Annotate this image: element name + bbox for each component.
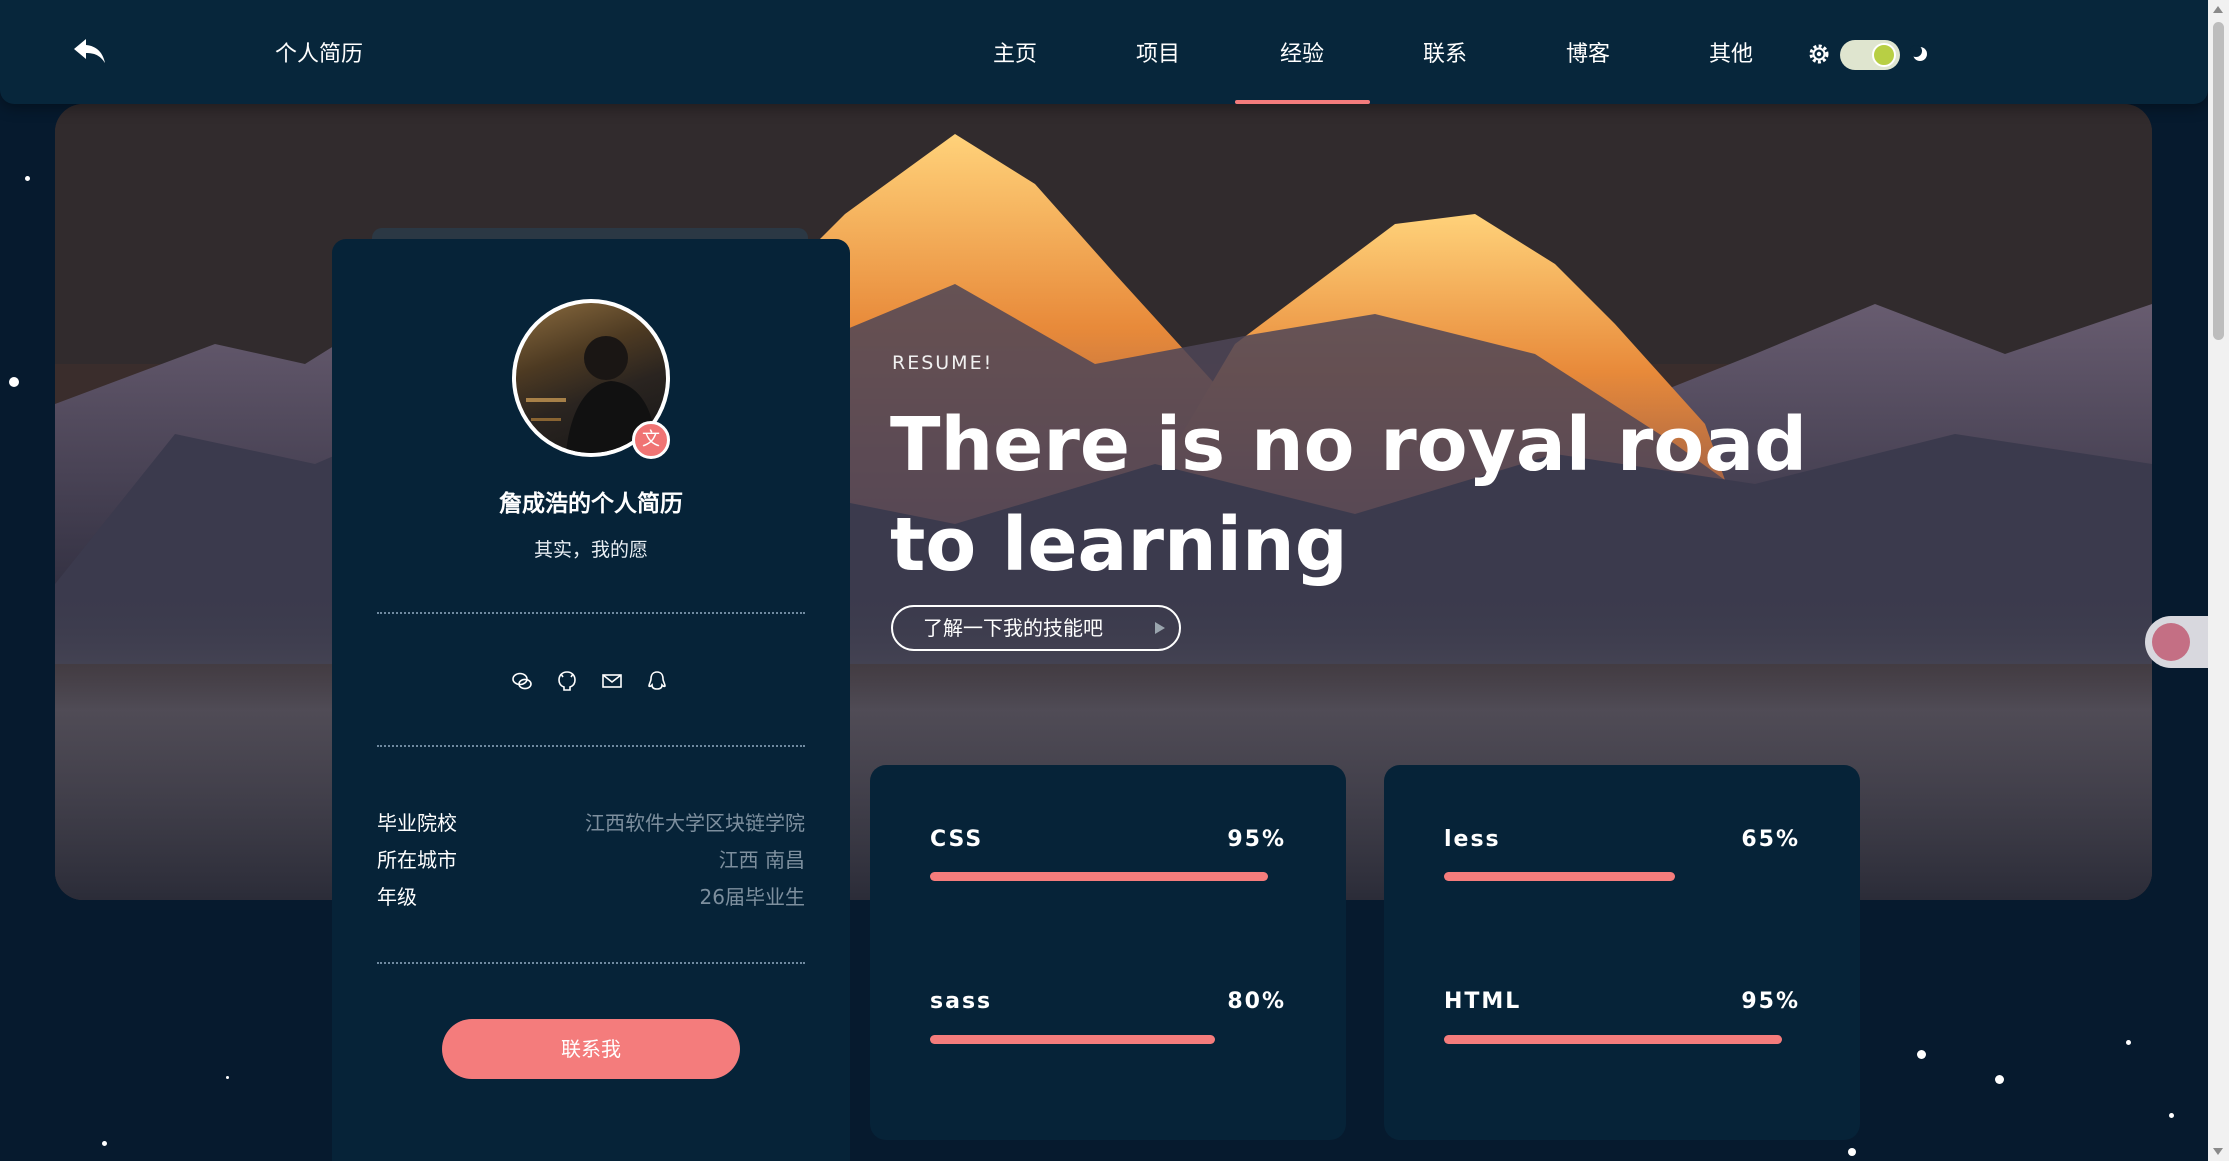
contact-me-button[interactable]: 联系我 (442, 1019, 740, 1079)
learn-skills-label: 了解一下我的技能吧 (923, 616, 1103, 640)
theme-toggle[interactable] (1840, 40, 1900, 70)
qq-icon[interactable] (645, 669, 669, 693)
info-value-school: 江西软件大学区块链学院 (585, 811, 805, 835)
star (226, 1076, 229, 1079)
star (1995, 1075, 2004, 1084)
translate-widget[interactable] (2145, 616, 2208, 668)
avatar-badge: 文 (632, 421, 670, 459)
skill-bar-sass (930, 1035, 1286, 1044)
star (1848, 1148, 1856, 1156)
skill-name-css: CSS (930, 827, 984, 852)
scroll-up-arrow-icon[interactable] (2213, 6, 2223, 13)
star (25, 176, 30, 181)
toggle-knob (1872, 43, 1896, 67)
skill-percent-html: 95% (1741, 989, 1800, 1014)
skills-card-left: CSS 95% sass 80% (870, 765, 1346, 1140)
back-arrow-icon[interactable] (72, 36, 108, 66)
page: 个人简历 主页 项目 经验 联系 博客 其他 文 詹成浩的个人简历 其实，我的愿… (0, 0, 2208, 1161)
active-nav-indicator (1235, 100, 1370, 104)
star (2126, 1040, 2131, 1045)
skill-name-less: less (1444, 827, 1501, 852)
learn-skills-button[interactable]: 了解一下我的技能吧 (891, 605, 1181, 651)
skill-bar-html (1444, 1035, 1800, 1044)
profile-card: 文 詹成浩的个人简历 其实，我的愿 毕业院校 江西软件大学区块链学院 所在城市 … (332, 239, 850, 1161)
mail-icon[interactable] (600, 669, 624, 693)
hero-headline: There is no royal road to learning (890, 402, 1808, 588)
site-title[interactable]: 个人简历 (275, 36, 363, 68)
skill-bar-fill (1444, 872, 1676, 881)
skill-name-sass: sass (930, 989, 993, 1014)
star (102, 1141, 107, 1146)
moon-icon (1910, 45, 1927, 61)
nav-other[interactable]: 其他 (1709, 36, 1753, 68)
profile-name: 詹成浩的个人简历 (499, 491, 683, 517)
info-label-city: 所在城市 (377, 848, 457, 872)
hero-kicker: RESUME! (892, 352, 994, 374)
wechat-icon[interactable] (510, 669, 534, 693)
nav-home[interactable]: 主页 (993, 36, 1037, 68)
skill-percent-sass: 80% (1227, 989, 1286, 1014)
nav-projects[interactable]: 项目 (1136, 36, 1180, 68)
nav-experience[interactable]: 经验 (1280, 36, 1324, 68)
scroll-down-arrow-icon[interactable] (2213, 1148, 2223, 1155)
star (2169, 1113, 2174, 1118)
skill-bar-css (930, 872, 1286, 881)
skill-bar-fill (930, 1035, 1215, 1044)
gear-icon[interactable] (1807, 42, 1831, 66)
scroll-thumb[interactable] (2213, 22, 2224, 340)
translate-icon (2152, 623, 2190, 661)
top-navbar: 个人简历 主页 项目 经验 联系 博客 其他 (0, 0, 2208, 104)
skill-name-html: HTML (1444, 989, 1522, 1014)
github-icon[interactable] (555, 669, 579, 693)
divider (377, 745, 805, 747)
info-label-grade: 年级 (377, 885, 417, 909)
divider (377, 612, 805, 614)
info-value-city: 江西 南昌 (718, 848, 805, 872)
skill-percent-css: 95% (1227, 827, 1286, 852)
play-arrow-icon (1155, 622, 1165, 634)
info-value-grade: 26届毕业生 (699, 885, 805, 909)
nav-blog[interactable]: 博客 (1566, 36, 1610, 68)
star (9, 377, 19, 387)
vertical-scrollbar[interactable] (2208, 0, 2229, 1161)
info-label-school: 毕业院校 (377, 811, 457, 835)
skill-bar-fill (1444, 1035, 1783, 1044)
skills-card-right: less 65% HTML 95% (1384, 765, 1860, 1140)
star (1917, 1050, 1926, 1059)
divider (377, 962, 805, 964)
skill-bar-fill (930, 872, 1269, 881)
skill-bar-less (1444, 872, 1800, 881)
nav-contact[interactable]: 联系 (1423, 36, 1467, 68)
profile-motto: 其实，我的愿 (533, 539, 648, 561)
skill-percent-less: 65% (1741, 827, 1800, 852)
